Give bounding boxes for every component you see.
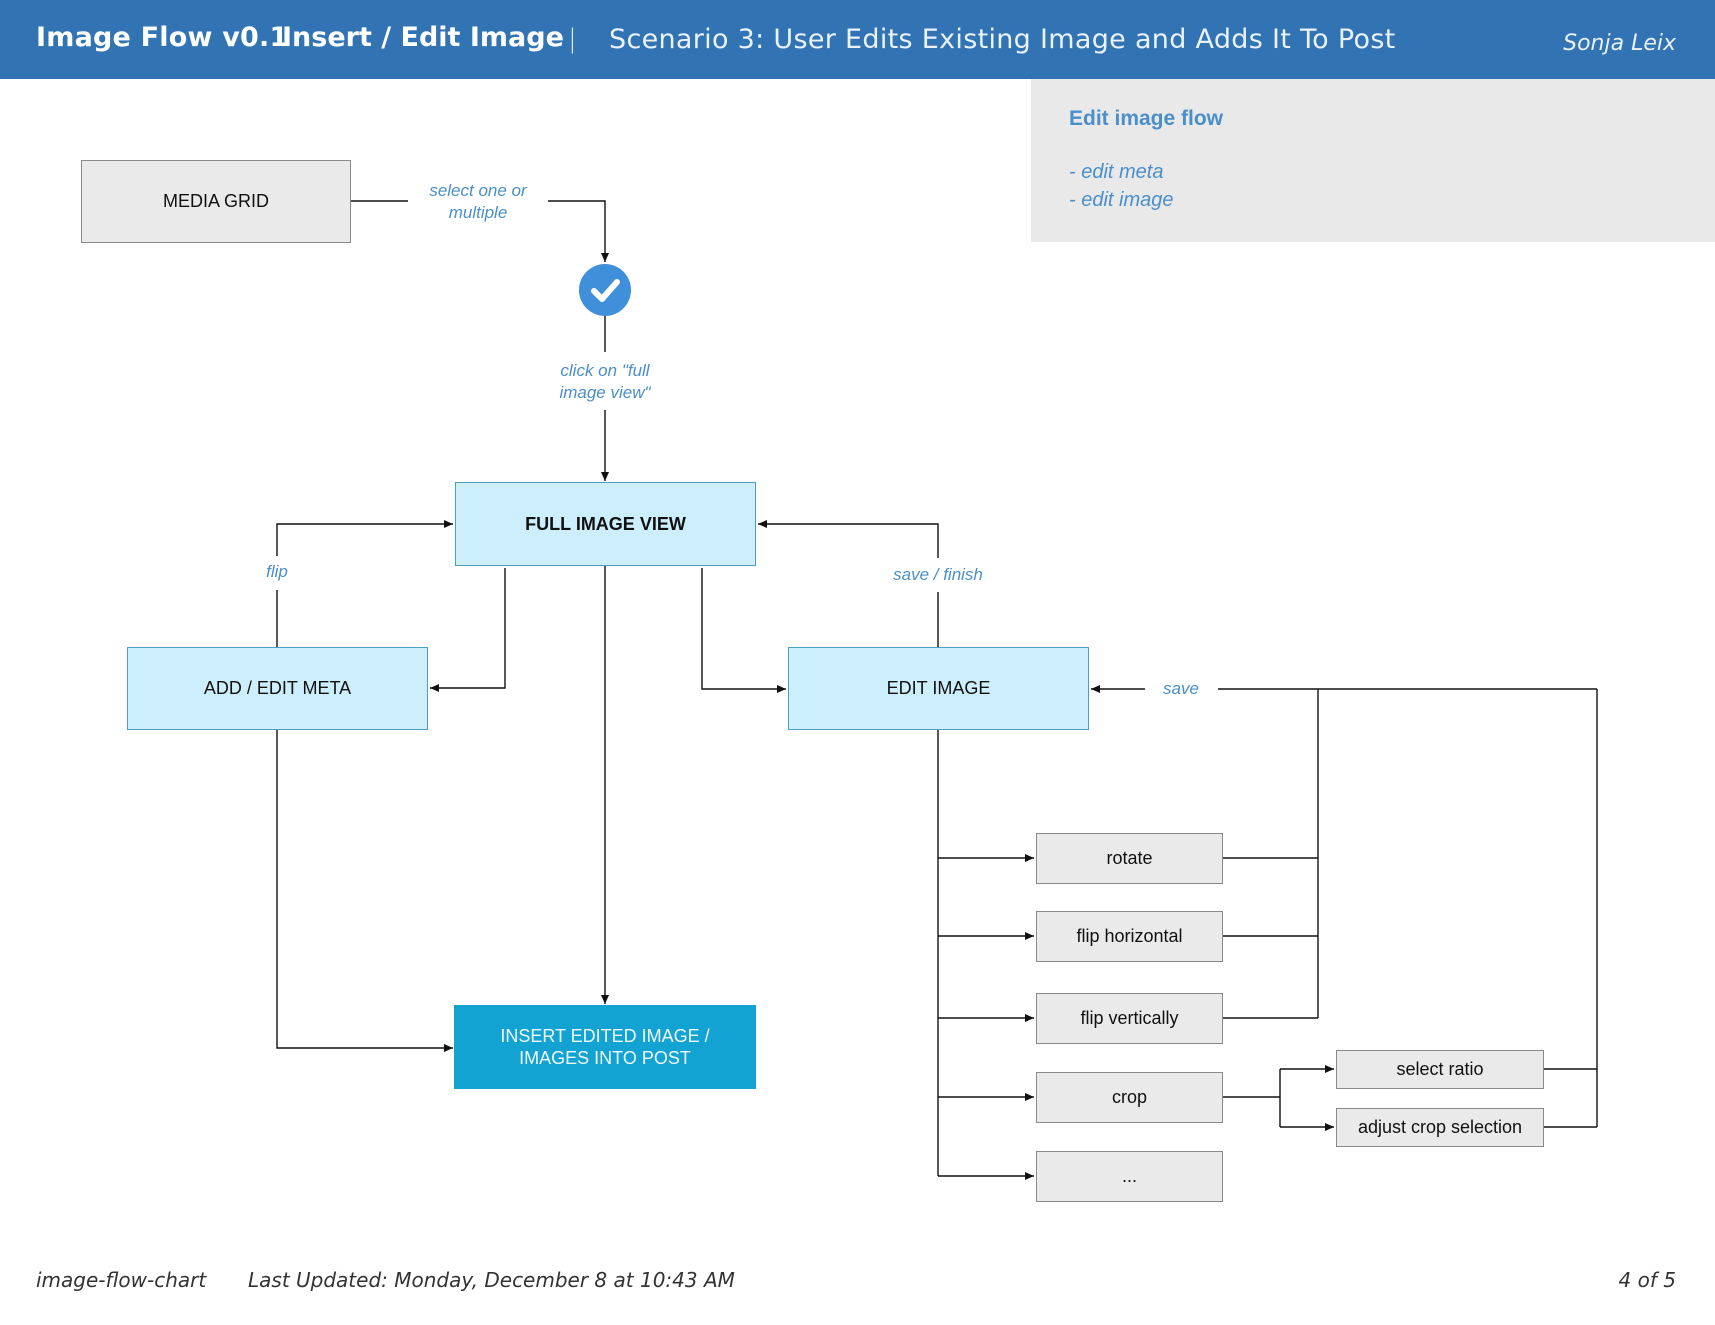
edge-label-line: click on "full bbox=[560, 361, 650, 380]
node-more-tools: ... bbox=[1036, 1151, 1223, 1202]
node-flip-vertically: flip vertically bbox=[1036, 993, 1223, 1044]
node-label-line1: INSERT EDITED IMAGE / bbox=[500, 1026, 710, 1046]
edge-meta-to-insert bbox=[276, 730, 453, 1052]
node-add-edit-meta: ADD / EDIT META bbox=[127, 647, 428, 730]
node-flip-horizontal: flip horizontal bbox=[1036, 911, 1223, 962]
node-insert-into-post: INSERT EDITED IMAGE / IMAGES INTO POST bbox=[454, 1005, 756, 1089]
node-media-grid: MEDIA GRID bbox=[81, 160, 351, 243]
node-label: adjust crop selection bbox=[1357, 1117, 1523, 1137]
edge-media-to-select-b bbox=[548, 200, 609, 262]
node-label: crop bbox=[1111, 1087, 1147, 1107]
node-label: MEDIA GRID bbox=[162, 191, 269, 211]
footer-last-updated: Last Updated: Monday, December 8 at 10:4… bbox=[248, 1268, 735, 1292]
edge-full-to-edit bbox=[701, 568, 786, 693]
node-select-ratio: select ratio bbox=[1336, 1050, 1544, 1089]
node-label-line2: IMAGES INTO POST bbox=[519, 1048, 691, 1068]
node-label: rotate bbox=[1106, 848, 1153, 868]
node-rotate: rotate bbox=[1036, 833, 1223, 884]
edge-label-line: image view" bbox=[559, 383, 651, 402]
checkmark-circle-icon bbox=[579, 264, 631, 316]
node-label: select ratio bbox=[1396, 1059, 1484, 1079]
footer-page-number: 4 of 5 bbox=[1618, 1268, 1676, 1292]
edge-meta-to-full-b bbox=[276, 520, 453, 556]
edge-label-save-finish: save / finish bbox=[880, 564, 996, 586]
edge-label-line: multiple bbox=[448, 203, 508, 222]
node-label: FULL IMAGE VIEW bbox=[525, 513, 686, 534]
node-label: EDIT IMAGE bbox=[886, 678, 991, 698]
edge-edit-to-full-b bbox=[758, 520, 939, 558]
node-label: flip vertically bbox=[1080, 1008, 1179, 1028]
node-label: flip horizontal bbox=[1076, 926, 1183, 946]
edge-label-select: select one or multiple bbox=[410, 180, 546, 224]
edge-label-click-full-view: click on "full image view" bbox=[540, 360, 670, 404]
node-label: ADD / EDIT META bbox=[203, 678, 352, 698]
edge-label-save: save bbox=[1150, 678, 1212, 700]
node-adjust-crop-selection: adjust crop selection bbox=[1336, 1108, 1544, 1147]
footer-doc-name: image-flow-chart bbox=[36, 1268, 207, 1292]
edge-label-line: select one or bbox=[429, 181, 527, 200]
node-label: ... bbox=[1121, 1166, 1137, 1186]
edge-full-to-meta bbox=[430, 568, 506, 692]
node-edit-image: EDIT IMAGE bbox=[788, 647, 1089, 730]
edge-label-flip: flip bbox=[257, 561, 297, 583]
node-crop: crop bbox=[1036, 1072, 1223, 1123]
node-full-image-view: FULL IMAGE VIEW bbox=[455, 482, 756, 566]
